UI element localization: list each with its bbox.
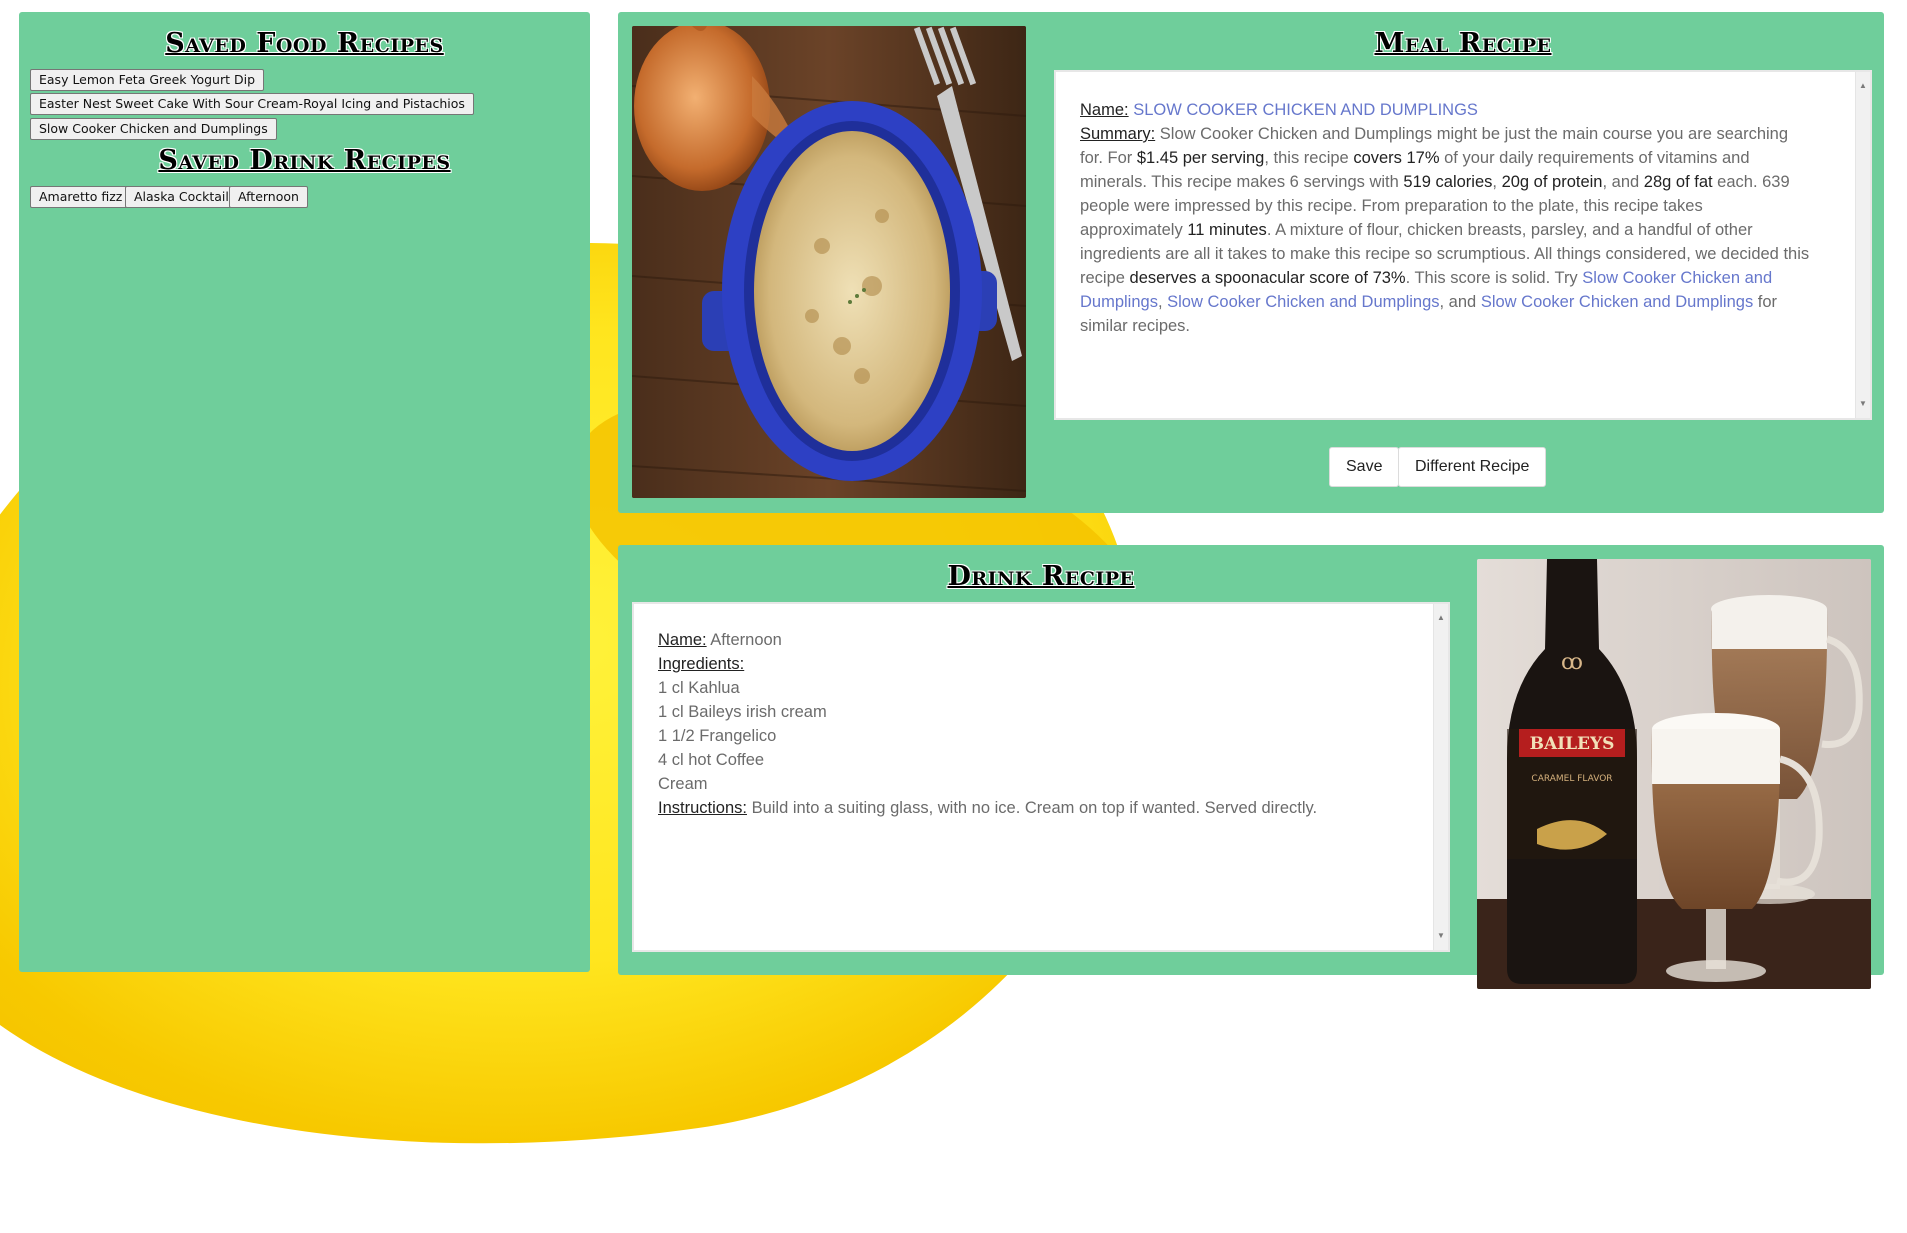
saved-food-item[interactable]: Slow Cooker Chicken and Dumplings [30, 118, 277, 140]
summary-text: , [1157, 293, 1168, 311]
summary-price: $1.45 per serving [1136, 149, 1265, 167]
meal-photo [632, 26, 1026, 498]
meal-name-line: Name: SLOW COOKER CHICKEN AND DUMPLINGS [1080, 98, 1810, 122]
ingredient-item: 1 cl Kahlua [658, 679, 740, 697]
saved-food-item[interactable]: Easter Nest Sweet Cake With Sour Cream-R… [30, 93, 474, 115]
drink-name-line: Name: Afternoon [658, 628, 1388, 652]
meal-name-label: Name: [1080, 101, 1129, 119]
different-recipe-button[interactable]: Different Recipe [1398, 447, 1547, 487]
svg-text:ꝏ: ꝏ [1561, 650, 1583, 675]
meal-name[interactable]: SLOW COOKER CHICKEN AND DUMPLINGS [1133, 101, 1478, 119]
summary-protein: 20g of protein [1501, 173, 1603, 191]
ingredient-item: 1 1/2 Frangelico [658, 727, 777, 745]
summary-text: , and [1602, 173, 1644, 191]
ingredient-item: 4 cl hot Coffee [658, 751, 765, 769]
ingredient-item: Cream [658, 775, 708, 793]
saved-recipes-panel: Saved Food Recipes Easy Lemon Feta Greek… [19, 12, 590, 972]
saved-food-item[interactable]: Easy Lemon Feta Greek Yogurt Dip [30, 69, 264, 91]
similar-recipe-link[interactable]: Slow Cooker Chicken and Dumplings [1481, 293, 1753, 311]
meal-scrollbar[interactable]: ▲ ▼ [1855, 72, 1870, 418]
summary-score: deserves a spoonacular score of 73% [1129, 269, 1406, 287]
ingredients-label: Ingredients: [658, 655, 745, 673]
meal-summary-label: Summary: [1080, 125, 1156, 143]
meal-title: Meal Recipe [1374, 28, 1552, 59]
drink-name: Afternoon [710, 631, 782, 649]
summary-text: . This score is solid. Try [1405, 269, 1583, 287]
summary-coverage: covers 17% [1353, 149, 1440, 167]
summary-calories: 519 calories [1403, 173, 1493, 191]
saved-drink-title: Saved Drink Recipes [158, 145, 451, 176]
bottle-brand: BAILEYS [1530, 734, 1615, 754]
similar-recipe-link[interactable]: Slow Cooker Chicken and Dumplings [1167, 293, 1439, 311]
drink-title: Drink Recipe [947, 561, 1135, 592]
summary-time: 11 minutes [1187, 221, 1267, 239]
scroll-up-icon[interactable]: ▲ [1437, 606, 1445, 630]
saved-drink-item[interactable]: Amaretto fizz [30, 186, 132, 208]
saved-drink-item[interactable]: Alaska Cocktail [125, 186, 238, 208]
ingredient-item: 1 cl Baileys irish cream [658, 703, 827, 721]
summary-text: , and [1439, 293, 1481, 311]
drink-name-label: Name: [658, 631, 707, 649]
instructions-text: Build into a suiting glass, with no ice.… [751, 799, 1318, 817]
scroll-down-icon[interactable]: ▼ [1437, 924, 1445, 948]
meal-recipe-panel: Meal Recipe Name: SLOW COOKER CHICKEN AN… [618, 12, 1884, 513]
bottle-flavor: CARAMEL FLAVOR [1531, 774, 1612, 784]
scroll-up-icon[interactable]: ▲ [1859, 74, 1867, 98]
drink-recipe-panel: Drink Recipe Name: Afternoon Ingredients… [618, 545, 1884, 989]
summary-fat: 28g of fat [1643, 173, 1713, 191]
summary-text: , this recipe [1264, 149, 1354, 167]
meal-summary: Summary: Slow Cooker Chicken and Dumplin… [1080, 122, 1810, 338]
drink-photo: ꝏ BAILEYS CARAMEL FLAVOR [1477, 559, 1871, 989]
instructions-line: Instructions: Build into a suiting glass… [658, 796, 1388, 820]
drink-details-box[interactable]: Name: Afternoon Ingredients: 1 cl Kahlua… [632, 602, 1450, 952]
drink-scrollbar[interactable]: ▲ ▼ [1433, 604, 1448, 950]
summary-text: , [1492, 173, 1502, 191]
save-button[interactable]: Save [1329, 447, 1400, 487]
meal-details-box[interactable]: Name: SLOW COOKER CHICKEN AND DUMPLINGS … [1054, 70, 1872, 420]
instructions-label: Instructions: [658, 799, 747, 817]
scroll-down-icon[interactable]: ▼ [1859, 392, 1867, 416]
saved-food-title: Saved Food Recipes [165, 28, 444, 59]
saved-drink-item[interactable]: Afternoon [229, 186, 308, 208]
